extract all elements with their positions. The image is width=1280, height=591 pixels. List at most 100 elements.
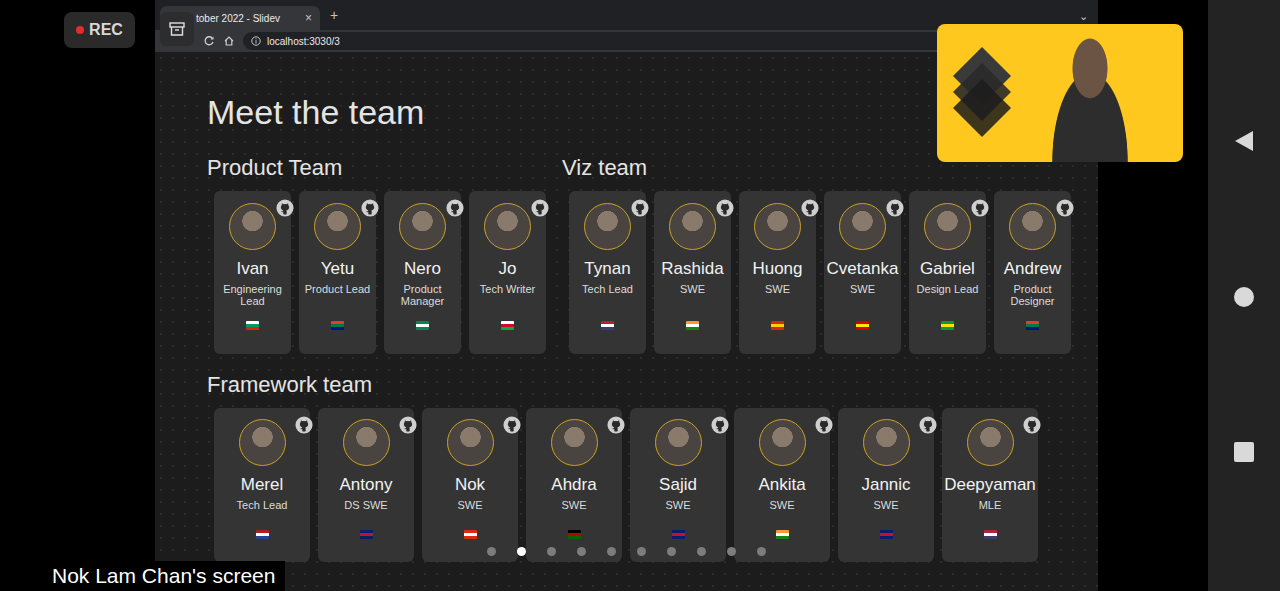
country-flag-icon [601,321,614,330]
team-row: Product TeamIvanEngineering LeadYetuProd… [207,156,1098,354]
page-dot[interactable] [637,547,646,556]
section-title: Framework team [207,373,1098,397]
archive-icon [168,20,186,38]
member-photo [839,203,886,250]
github-icon[interactable] [531,195,549,213]
github-icon[interactable] [276,195,294,213]
page-dot[interactable] [547,547,556,556]
github-icon[interactable] [971,195,989,213]
member-name: Ankita [758,475,805,495]
member-name: Yetu [321,259,354,279]
github-icon[interactable] [711,412,729,430]
tab-title: tober 2022 - Slidev [196,11,301,26]
meeting-canvas: tober 2022 - Slidev × + ⌄ localhost:3030… [0,0,1208,591]
country-flag-icon [1026,321,1039,330]
page-dot[interactable] [697,547,706,556]
page-dot[interactable] [517,547,526,556]
member-name: Ivan [236,259,268,279]
back-icon[interactable] [1233,129,1255,153]
github-icon[interactable] [503,412,521,430]
github-icon[interactable] [631,195,649,213]
member-name: Tynan [584,259,630,279]
recording-indicator: REC [64,12,135,48]
github-icon[interactable] [446,195,464,213]
member-card: DeepyamanMLE [942,408,1038,562]
member-name: Ahdra [551,475,596,495]
member-role: SWE [873,499,898,511]
member-photo [655,419,702,466]
home-icon[interactable] [1233,286,1255,308]
page-dot[interactable] [577,547,586,556]
country-flag-icon [568,530,581,539]
member-card: TynanTech Lead [569,191,646,354]
reload-icon[interactable] [203,35,215,47]
team-section: Framework team MerelTech LeadAntonyDS SWE… [207,373,1098,562]
slide-pagination [155,547,1098,556]
page-dot[interactable] [757,547,766,556]
kedro-logo-icon [947,43,1017,143]
member-photo [239,419,286,466]
github-icon[interactable] [295,412,313,430]
new-tab-button[interactable]: + [320,5,338,30]
github-icon[interactable] [716,195,734,213]
member-photo [669,203,716,250]
github-icon[interactable] [919,412,937,430]
member-role: SWE [765,283,790,295]
member-card: MerelTech Lead [214,408,310,562]
member-photo [343,419,390,466]
country-flag-icon [984,530,997,539]
country-flag-icon [686,321,699,330]
github-icon[interactable] [815,412,833,430]
member-name: Nero [404,259,441,279]
member-role: DS SWE [344,499,387,511]
github-icon[interactable] [801,195,819,213]
member-name: Andrew [1004,259,1062,279]
member-card: RashidaSWE [654,191,731,354]
member-role: SWE [769,499,794,511]
github-icon[interactable] [607,412,625,430]
member-list: MerelTech LeadAntonyDS SWENokSWEAhdraSWE… [207,408,1098,562]
member-role: Tech Writer [480,283,535,295]
member-card: Jannic SWE [838,408,934,562]
page-dot[interactable] [607,547,616,556]
member-card: AntonyDS SWE [318,408,414,562]
member-card: Ankita SWE [734,408,830,562]
home-icon[interactable] [223,35,235,47]
country-flag-icon [360,530,373,539]
member-role: Product Lead [305,283,370,295]
archive-button[interactable] [160,12,194,46]
tab-close-button[interactable]: × [301,9,312,27]
page-dot[interactable] [487,547,496,556]
recents-icon[interactable] [1233,441,1255,463]
info-icon[interactable] [251,36,261,46]
country-flag-icon [256,530,269,539]
github-icon[interactable] [361,195,379,213]
member-name: Merel [241,475,284,495]
member-card: Andrew Product Designer [994,191,1071,354]
github-icon[interactable] [886,195,904,213]
member-name: Jannic [861,475,910,495]
github-icon[interactable] [1056,195,1074,213]
member-photo [754,203,801,250]
member-role: Product Designer [996,283,1069,307]
country-flag-icon [941,321,954,330]
country-flag-icon [776,530,789,539]
member-role: SWE [457,499,482,511]
member-photo [863,419,910,466]
page-dot[interactable] [667,547,676,556]
member-card: GabrielDesign Lead [909,191,986,354]
github-icon[interactable] [399,412,417,430]
member-name: Huong [752,259,802,279]
member-card: SajidSWE [630,408,726,562]
country-flag-icon [331,321,344,330]
page-dot[interactable] [727,547,736,556]
github-icon[interactable] [1023,412,1041,430]
member-list: TynanTech LeadRashidaSWEHuongSWECvetanka… [562,191,1071,354]
member-role: Design Lead [917,283,979,295]
member-photo [484,203,531,250]
screen-owner-label: Nok Lam Chan's screen [40,561,285,591]
record-dot-icon [76,26,84,34]
member-photo [314,203,361,250]
member-role: SWE [850,283,875,295]
member-photo [551,419,598,466]
